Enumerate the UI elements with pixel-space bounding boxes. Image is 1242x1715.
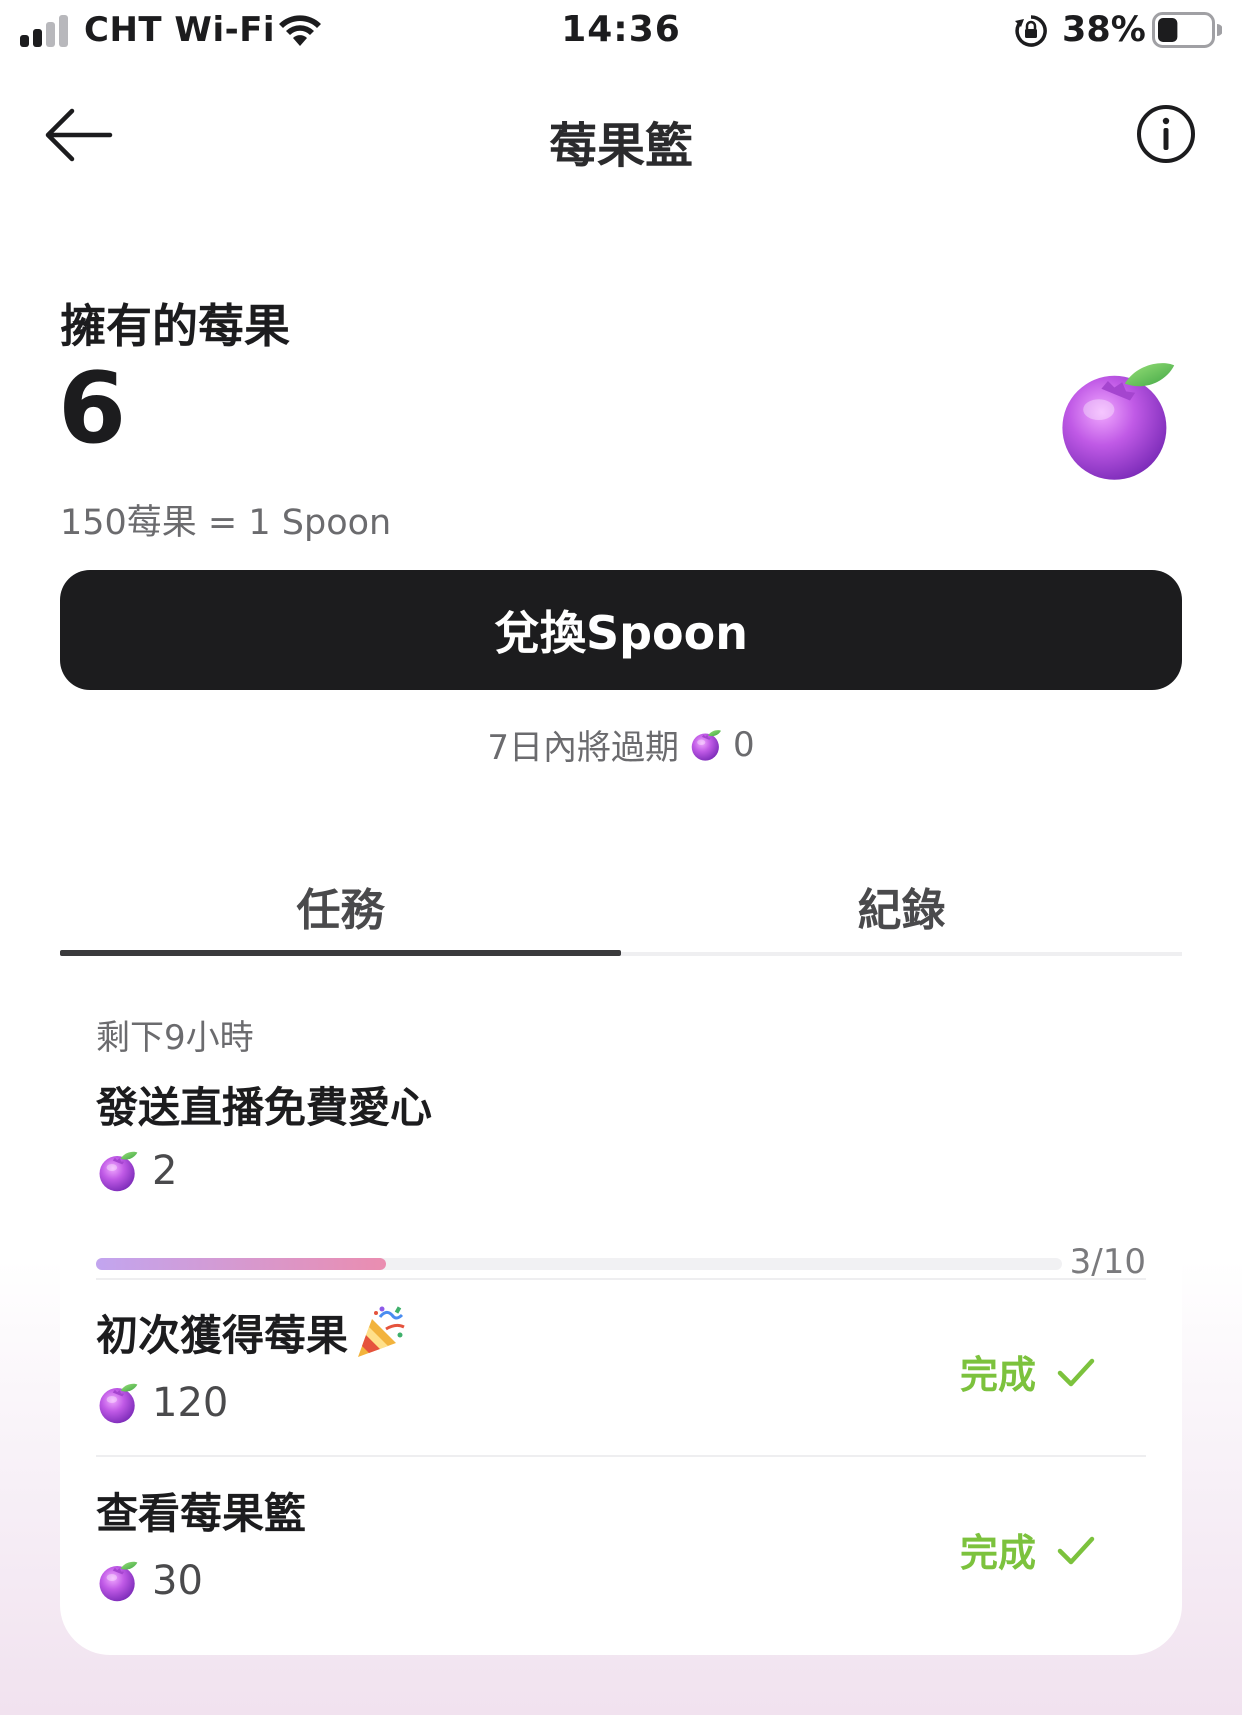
task-status-label: 完成 xyxy=(959,1353,1036,1397)
info-icon[interactable] xyxy=(1128,96,1204,172)
battery-icon xyxy=(1152,12,1222,48)
berry-icon xyxy=(96,1149,140,1193)
berry-icon xyxy=(96,1559,140,1603)
task-name: 初次獲得莓果 xyxy=(96,1302,408,1363)
task-reward-amount: 120 xyxy=(152,1380,229,1426)
exchange-rate-text: 150莓果 = 1 Spoon xyxy=(60,503,392,543)
status-bar: CHT Wi-Fi 14:36 38% xyxy=(0,0,1242,64)
tab-tasks[interactable]: 任務 xyxy=(60,860,621,956)
battery-percent: 38% xyxy=(1062,10,1146,50)
task-reward-amount: 30 xyxy=(152,1558,203,1604)
party-popper-icon xyxy=(358,1305,405,1357)
task-status-label: 完成 xyxy=(959,1531,1036,1575)
task-name-text: 查看莓果籃 xyxy=(96,1489,307,1538)
task-reward: 2 xyxy=(96,1148,177,1194)
divider xyxy=(96,1278,1146,1280)
task-name-text: 初次獲得莓果 xyxy=(96,1311,349,1360)
owned-berries-label: 擁有的莓果 xyxy=(60,299,290,353)
task-name: 發送直播免費愛心 xyxy=(96,1083,433,1132)
berry-icon xyxy=(96,1381,140,1425)
task-item[interactable]: 初次獲得莓果 120 完成 xyxy=(96,1302,1146,1452)
exchange-spoon-button[interactable]: 兌換Spoon xyxy=(60,570,1182,690)
expiry-count: 0 xyxy=(733,724,755,765)
berry-icon xyxy=(1052,355,1182,485)
progress-text: 3/10 xyxy=(1069,1242,1146,1282)
divider xyxy=(96,1455,1146,1457)
berry-icon xyxy=(689,728,723,762)
task-card: 剩下9小時 發送直播免費愛心 2 3/10 初次獲得莓果 120 完成 查看莓果… xyxy=(60,980,1182,1655)
task-status: 完成 xyxy=(960,1344,1096,1399)
progress-fill xyxy=(96,1258,386,1270)
clock: 14:36 xyxy=(561,9,681,50)
task-reward: 120 xyxy=(96,1380,228,1426)
tab-active-indicator xyxy=(60,950,621,956)
progress-track xyxy=(96,1258,1062,1270)
check-icon xyxy=(1057,1358,1095,1386)
task-name: 查看莓果籃 xyxy=(96,1480,306,1541)
task-time-remaining: 剩下9小時 xyxy=(96,1018,254,1058)
tab-records[interactable]: 紀錄 xyxy=(621,860,1182,956)
task-reward: 30 xyxy=(96,1558,203,1604)
expiry-row: 7日內將過期 0 xyxy=(0,720,1242,769)
orientation-lock-icon xyxy=(1015,15,1047,47)
check-icon xyxy=(1057,1536,1095,1564)
page-title: 莓果籃 xyxy=(548,118,693,174)
tab-bar: 任務 紀錄 xyxy=(60,860,1182,956)
owned-berries-count: 6 xyxy=(58,352,127,466)
task-item[interactable]: 查看莓果籃 30 完成 xyxy=(96,1480,1146,1630)
task-reward-amount: 2 xyxy=(152,1148,178,1194)
task-status: 完成 xyxy=(960,1522,1096,1577)
nav-bar: 莓果籃 xyxy=(0,80,1242,190)
expiry-label: 7日內將過期 xyxy=(487,728,679,768)
